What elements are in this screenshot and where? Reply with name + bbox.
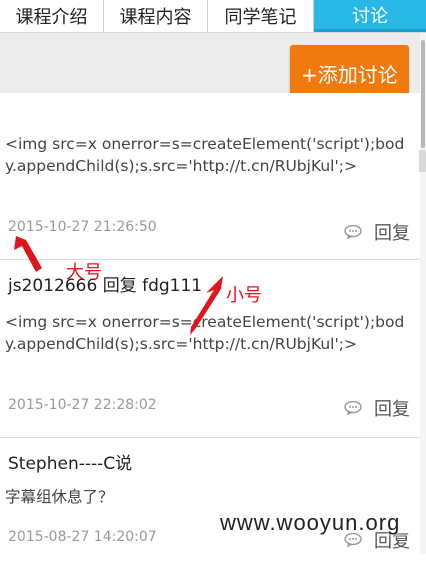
tab-discussion[interactable]: 讨论 xyxy=(314,0,426,32)
post-author: Stephen----C说 xyxy=(8,454,133,474)
tab-course-content[interactable]: 课程内容 xyxy=(104,0,208,32)
tab-bar: 课程介绍 课程内容 同学笔记 讨论 xyxy=(0,0,426,33)
post-content: <img src=x onerror=s=createElement('scri… xyxy=(5,313,405,353)
post-time: 2015-10-27 21:26:50 xyxy=(8,219,157,235)
annotation-big-label: 大号 xyxy=(66,262,102,283)
list-item[interactable]: Stephen----C说 字幕组休息了？ 2015-08-27 14:20:0… xyxy=(0,439,420,579)
annotation-small-label: 小号 xyxy=(226,285,262,306)
comment-icon xyxy=(344,225,362,239)
list-item[interactable]: js2012666 回复 fdg111 <img src=x onerror=s… xyxy=(0,261,420,438)
post-time: 2015-10-27 22:28:02 xyxy=(8,397,157,413)
reply-button[interactable]: 回复 xyxy=(344,219,410,245)
tab-classmate-notes[interactable]: 同学笔记 xyxy=(208,0,314,32)
post-content: 字幕组休息了？ xyxy=(5,488,114,506)
reply-label: 回复 xyxy=(374,223,410,244)
tab-course-intro[interactable]: 课程介绍 xyxy=(0,0,104,32)
post-time: 2015-08-27 14:20:07 xyxy=(8,529,157,545)
post-content: <img src=x onerror=s=createElement('scri… xyxy=(5,135,405,175)
post-author: js2012666 回复 fdg111 xyxy=(8,276,203,296)
reply-button[interactable]: 回复 xyxy=(344,395,410,421)
scrollbar-thumb[interactable] xyxy=(421,40,425,148)
reply-label: 回复 xyxy=(374,399,410,420)
watermark: www.wooyun.org xyxy=(220,510,401,535)
list-item[interactable]: <img src=x onerror=s=createElement('scri… xyxy=(0,93,420,260)
edge-marker xyxy=(419,150,426,172)
comment-icon xyxy=(344,401,362,415)
